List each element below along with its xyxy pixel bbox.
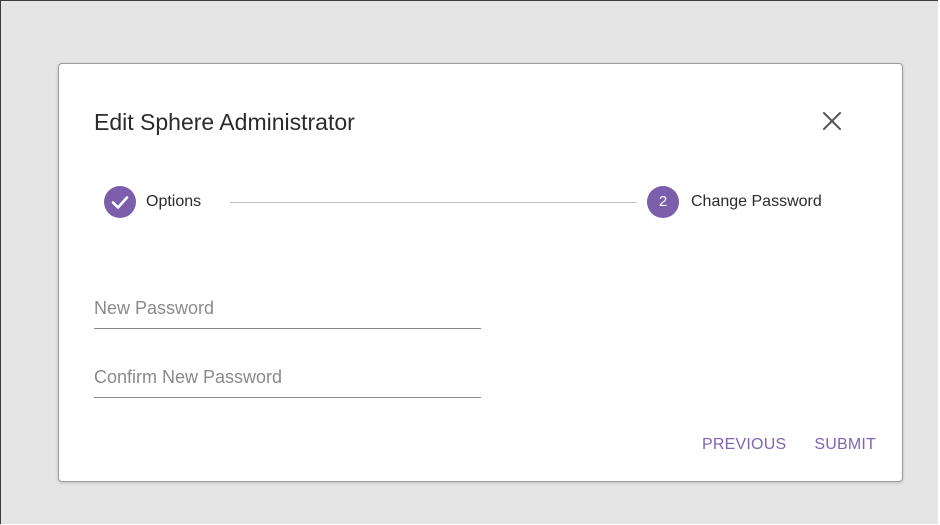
- submit-button[interactable]: SUBMIT: [814, 430, 876, 460]
- step-number-badge: 2: [647, 186, 679, 218]
- dialog-actions: PREVIOUS SUBMIT: [702, 430, 876, 460]
- step-label-options[interactable]: Options: [146, 186, 201, 218]
- previous-button[interactable]: PREVIOUS: [702, 430, 786, 460]
- step-completed-badge[interactable]: [104, 186, 136, 218]
- step-label-change-password: Change Password: [691, 193, 822, 210]
- close-button[interactable]: [819, 108, 845, 134]
- confirm-password-input[interactable]: [94, 358, 481, 398]
- new-password-field: [94, 289, 481, 329]
- confirm-password-field: [94, 358, 481, 398]
- modal-backdrop[interactable]: Edit Sphere Administrator Options 2 Chan…: [0, 0, 938, 524]
- new-password-input[interactable]: [94, 289, 481, 329]
- step-connector: [230, 202, 637, 203]
- stepper: Options 2 Change Password: [104, 186, 856, 218]
- close-icon: [823, 112, 841, 130]
- edit-administrator-dialog: Edit Sphere Administrator Options 2 Chan…: [58, 63, 903, 482]
- dialog-title: Edit Sphere Administrator: [94, 109, 355, 135]
- check-icon: [111, 196, 129, 209]
